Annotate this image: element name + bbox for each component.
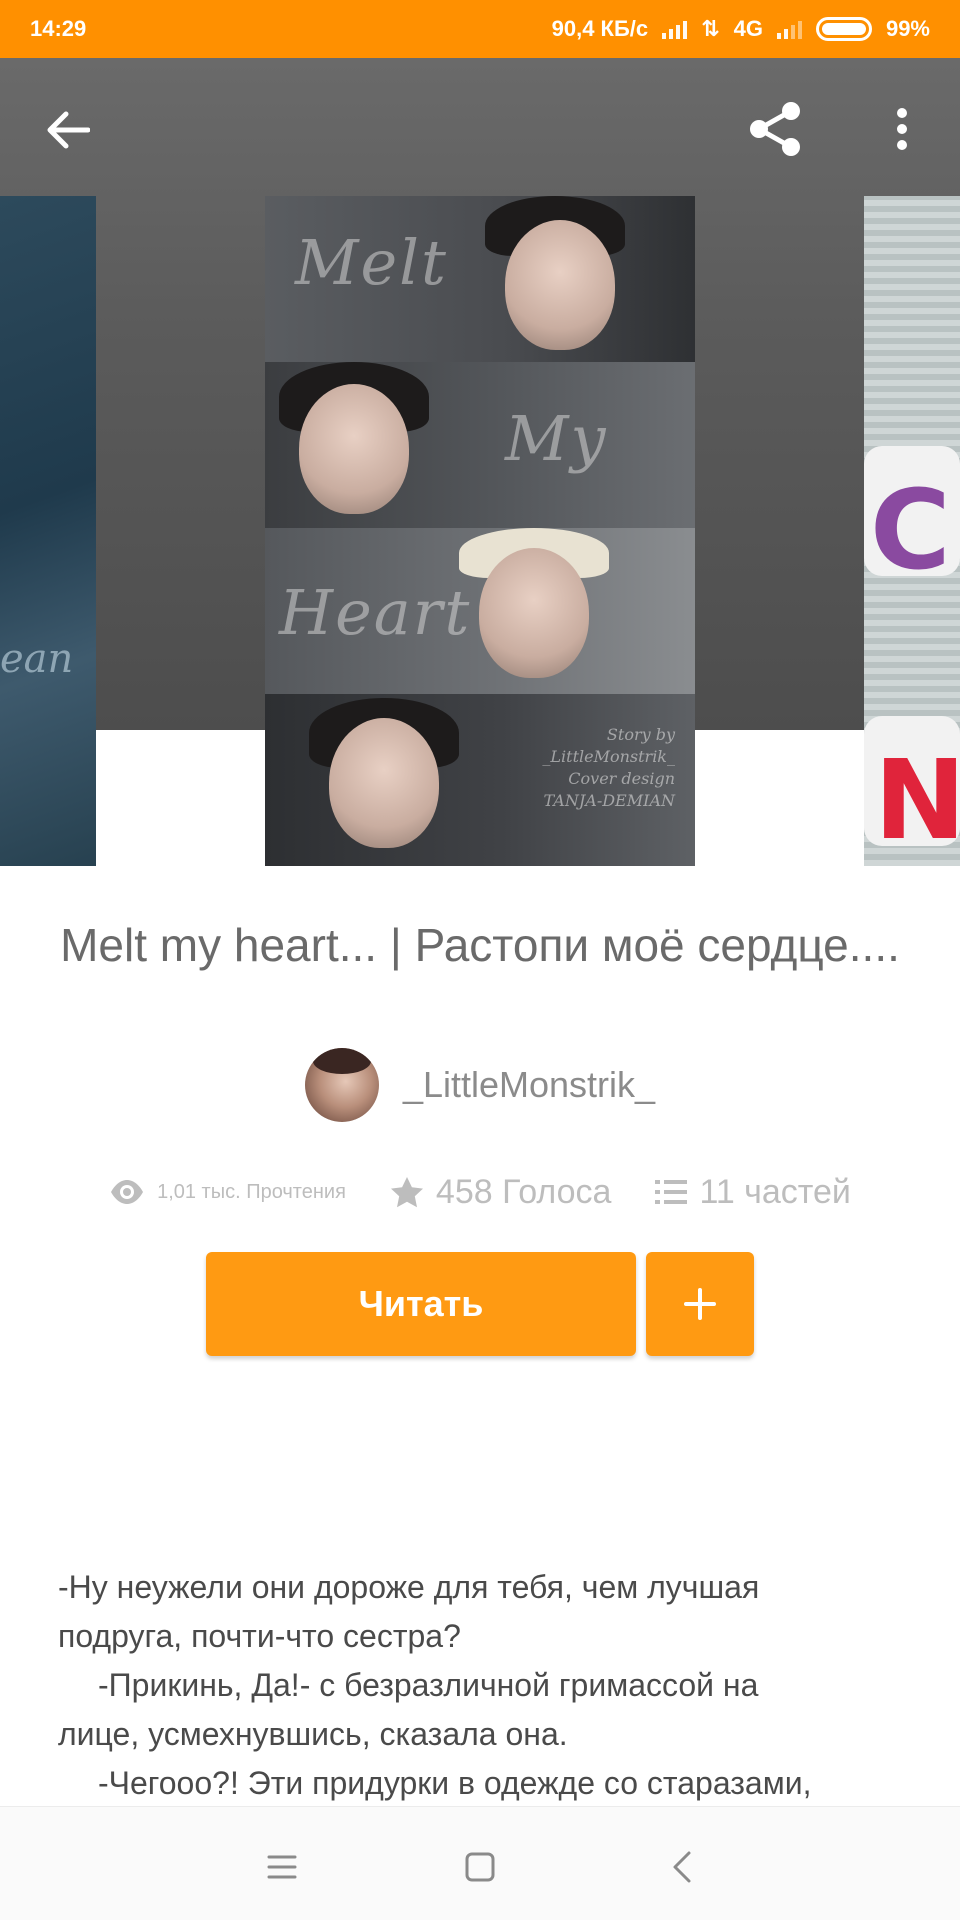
chevron-left-icon (673, 1851, 691, 1883)
author-name[interactable]: _LittleMonstrik_ (403, 1064, 655, 1106)
reads-stat: 1,01 тыс. Прочтения (109, 1179, 346, 1205)
cover-script-word: Melt (295, 226, 448, 299)
eye-icon (111, 1180, 144, 1204)
parts-count: 11 частей (699, 1172, 851, 1211)
cover-panel-3: Heart (265, 528, 695, 694)
top-app-bar (0, 58, 960, 198)
recent-apps-button[interactable] (258, 1843, 306, 1891)
story-title: Melt my heart... | Растопи моё сердце...… (60, 919, 900, 971)
votes-count: 458 Голоса (435, 1172, 612, 1211)
cover-credit-line: TANJA-DEMIAN (543, 791, 676, 810)
battery-icon (815, 17, 872, 41)
cover-credits: Story by _LittleMonstrik_ Cover design T… (485, 724, 675, 812)
system-nav-bar (0, 1806, 960, 1920)
excerpt-line: подруга, почти-что сестра? (58, 1618, 461, 1654)
system-back-button[interactable] (658, 1843, 706, 1891)
battery-percent: 99% (885, 16, 930, 41)
data-transfer-icon: ⇅ (701, 16, 720, 41)
home-square-icon (465, 1852, 495, 1882)
home-button[interactable] (456, 1843, 504, 1891)
cover-decor-letter: C (870, 466, 951, 594)
reads-count: 1,01 тыс. Прочтения (157, 1180, 346, 1203)
story-cover[interactable]: Melt My Heart Story by _LittleMonstrik_ … (265, 196, 695, 866)
back-button[interactable] (36, 98, 100, 162)
avatar[interactable] (304, 1048, 379, 1122)
plus-icon (684, 1288, 716, 1320)
star-icon (390, 1177, 423, 1208)
story-excerpt: -Ну неужели они дороже для тебя, чем луч… (58, 1563, 908, 1808)
excerpt-line: -Прикинь, Да!- с безразличной гримассой … (98, 1667, 759, 1703)
cover-panel-4: Story by _LittleMonstrik_ Cover design T… (265, 694, 695, 866)
signal-strength-icon (662, 19, 688, 39)
cover-credit-line: Cover design (568, 769, 675, 788)
cover-script-word: Heart (279, 576, 472, 649)
cover-decor-letter: N (874, 736, 960, 864)
network-speed: 90,4 КБ/с (551, 16, 649, 41)
previous-story-cover[interactable]: ean (0, 196, 96, 866)
share-button[interactable] (740, 94, 810, 164)
parts-stat: 11 частей (655, 1172, 851, 1212)
excerpt-line: -Ну неужели они дороже для тебя, чем луч… (58, 1569, 760, 1605)
cover-credit-line: Story by (606, 725, 675, 744)
cover-panel-1: Melt (265, 196, 695, 362)
cover-credit-line: _LittleMonstrik_ (542, 747, 675, 766)
votes-stat: 458 Голоса (390, 1172, 612, 1212)
read-button[interactable]: Читать (206, 1252, 636, 1356)
menu-icon (267, 1855, 297, 1879)
excerpt-line: лице, усмехнувшись, сказала она. (58, 1716, 568, 1752)
author-row[interactable]: _LittleMonstrik_ (0, 1048, 960, 1122)
more-options-button[interactable] (876, 94, 928, 164)
status-bar: 14:29 90,4 КБ/с ⇅ 4G 99% (0, 0, 960, 58)
read-button-label: Читать (358, 1283, 484, 1324)
add-to-library-button[interactable] (646, 1252, 754, 1356)
status-indicators: 90,4 КБ/с ⇅ 4G 99% (552, 16, 930, 42)
more-vertical-icon (897, 108, 907, 150)
list-icon (655, 1180, 688, 1204)
next-story-cover[interactable]: C N (864, 196, 960, 866)
share-icon (750, 102, 800, 156)
status-time: 14:29 (30, 16, 87, 41)
cover-script-word: My (505, 402, 608, 475)
excerpt-line: -Чегооо?! Эти придурки в одежде со стара… (98, 1765, 812, 1801)
story-stats: 1,01 тыс. Прочтения 458 Голоса 11 частей (0, 1164, 960, 1220)
arrow-left-icon (47, 111, 90, 149)
network-type: 4G (733, 16, 763, 41)
signal-weak-icon (776, 19, 802, 39)
cover-decor-text: ean (0, 636, 74, 682)
cover-panel-2: My (265, 362, 695, 528)
